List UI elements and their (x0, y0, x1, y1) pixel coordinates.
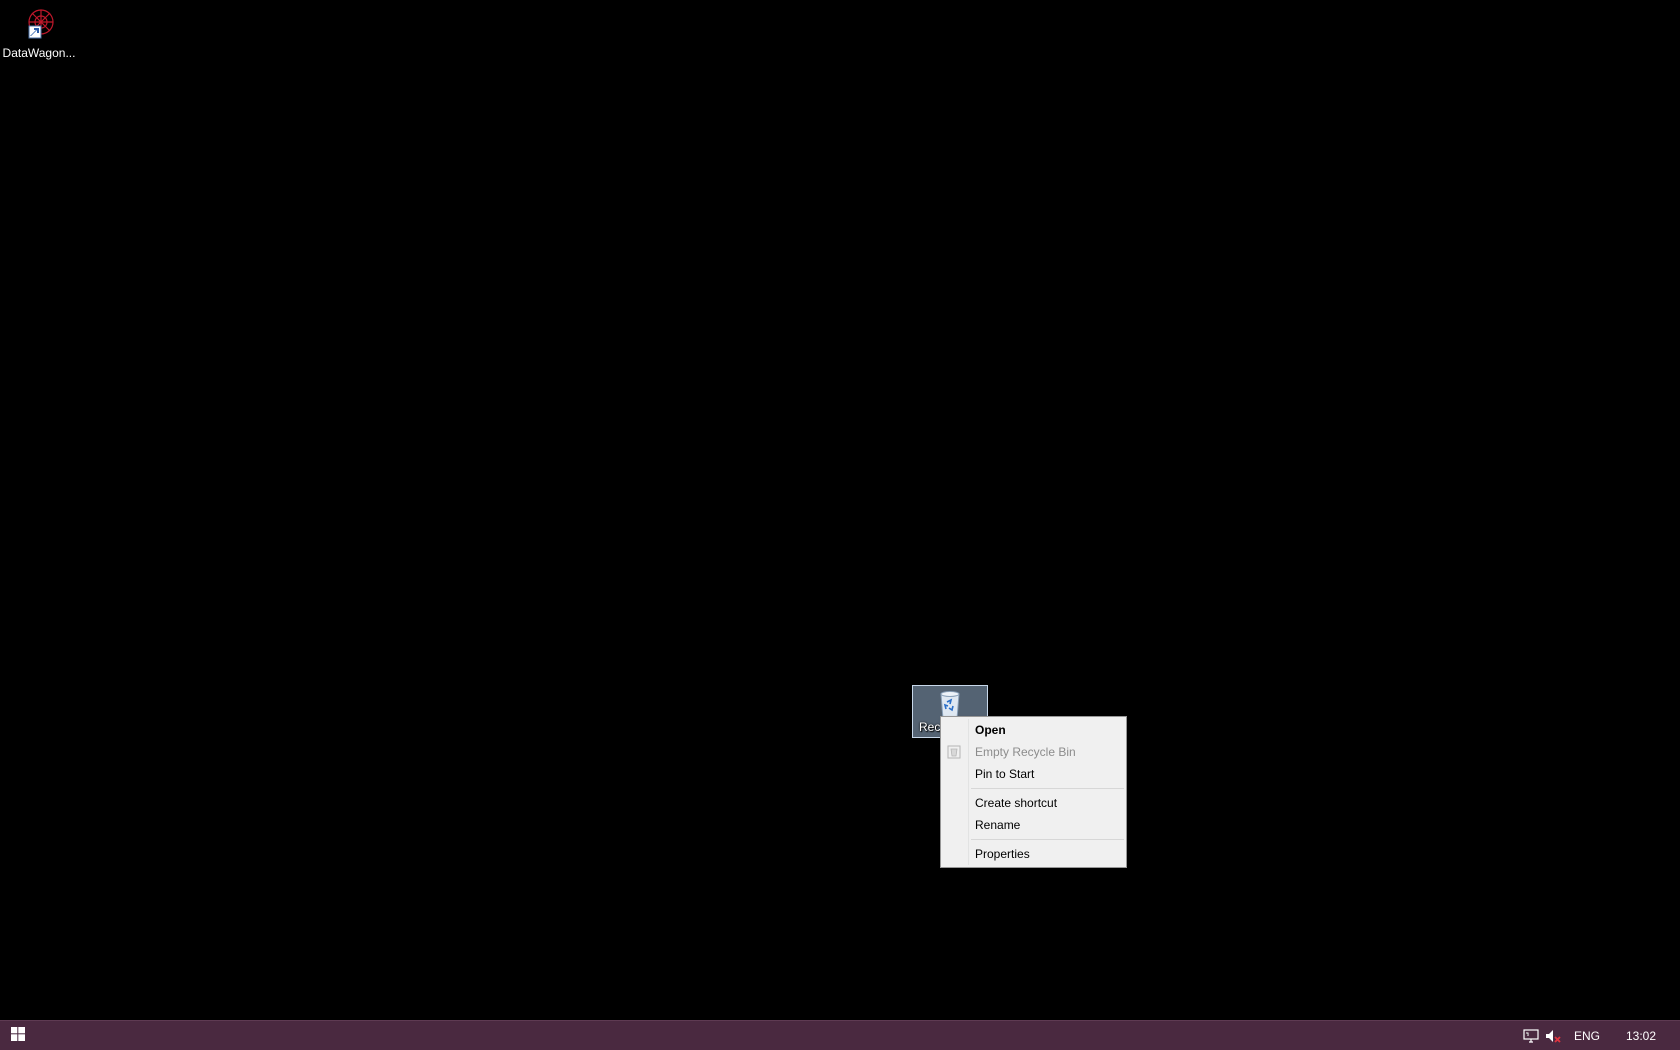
menu-item-rename[interactable]: Rename (941, 814, 1126, 836)
volume-muted-icon[interactable] (1542, 1021, 1564, 1050)
datawagon-desktop-icon[interactable]: DataWagon... (0, 6, 78, 60)
menu-item-create-shortcut-label: Create shortcut (975, 796, 1058, 810)
menu-item-pin-to-start-label: Pin to Start (975, 767, 1035, 781)
windows-logo-icon (11, 1027, 25, 1044)
datawagon-shortcut-icon (19, 6, 59, 44)
menu-separator (971, 788, 1124, 789)
datawagon-label: DataWagon... (2, 46, 76, 60)
menu-item-pin-to-start[interactable]: Pin to Start (941, 763, 1126, 785)
menu-item-open-label: Open (975, 723, 1006, 737)
menu-item-rename-label: Rename (975, 818, 1021, 832)
desktop[interactable]: DataWagon... Rec Open Empty Recycle Bin … (0, 0, 1680, 1020)
system-tray: ENG 13:02 (1520, 1021, 1680, 1050)
menu-item-open[interactable]: Open (941, 719, 1126, 741)
start-button[interactable] (0, 1021, 36, 1050)
menu-item-properties-label: Properties (975, 847, 1030, 861)
network-icon[interactable] (1520, 1021, 1542, 1050)
clock[interactable]: 13:02 (1614, 1029, 1680, 1043)
menu-item-properties[interactable]: Properties (941, 843, 1126, 865)
menu-item-empty-recycle-bin[interactable]: Empty Recycle Bin (941, 741, 1126, 763)
menu-item-create-shortcut[interactable]: Create shortcut (941, 792, 1126, 814)
taskbar: ENG 13:02 (0, 1020, 1680, 1050)
language-indicator[interactable]: ENG (1564, 1029, 1614, 1043)
recycle-bin-context-menu: Open Empty Recycle Bin Pin to Start Crea… (940, 716, 1127, 868)
menu-separator (971, 839, 1124, 840)
menu-item-empty-recycle-bin-label: Empty Recycle Bin (975, 745, 1076, 759)
shield-icon (946, 744, 962, 760)
